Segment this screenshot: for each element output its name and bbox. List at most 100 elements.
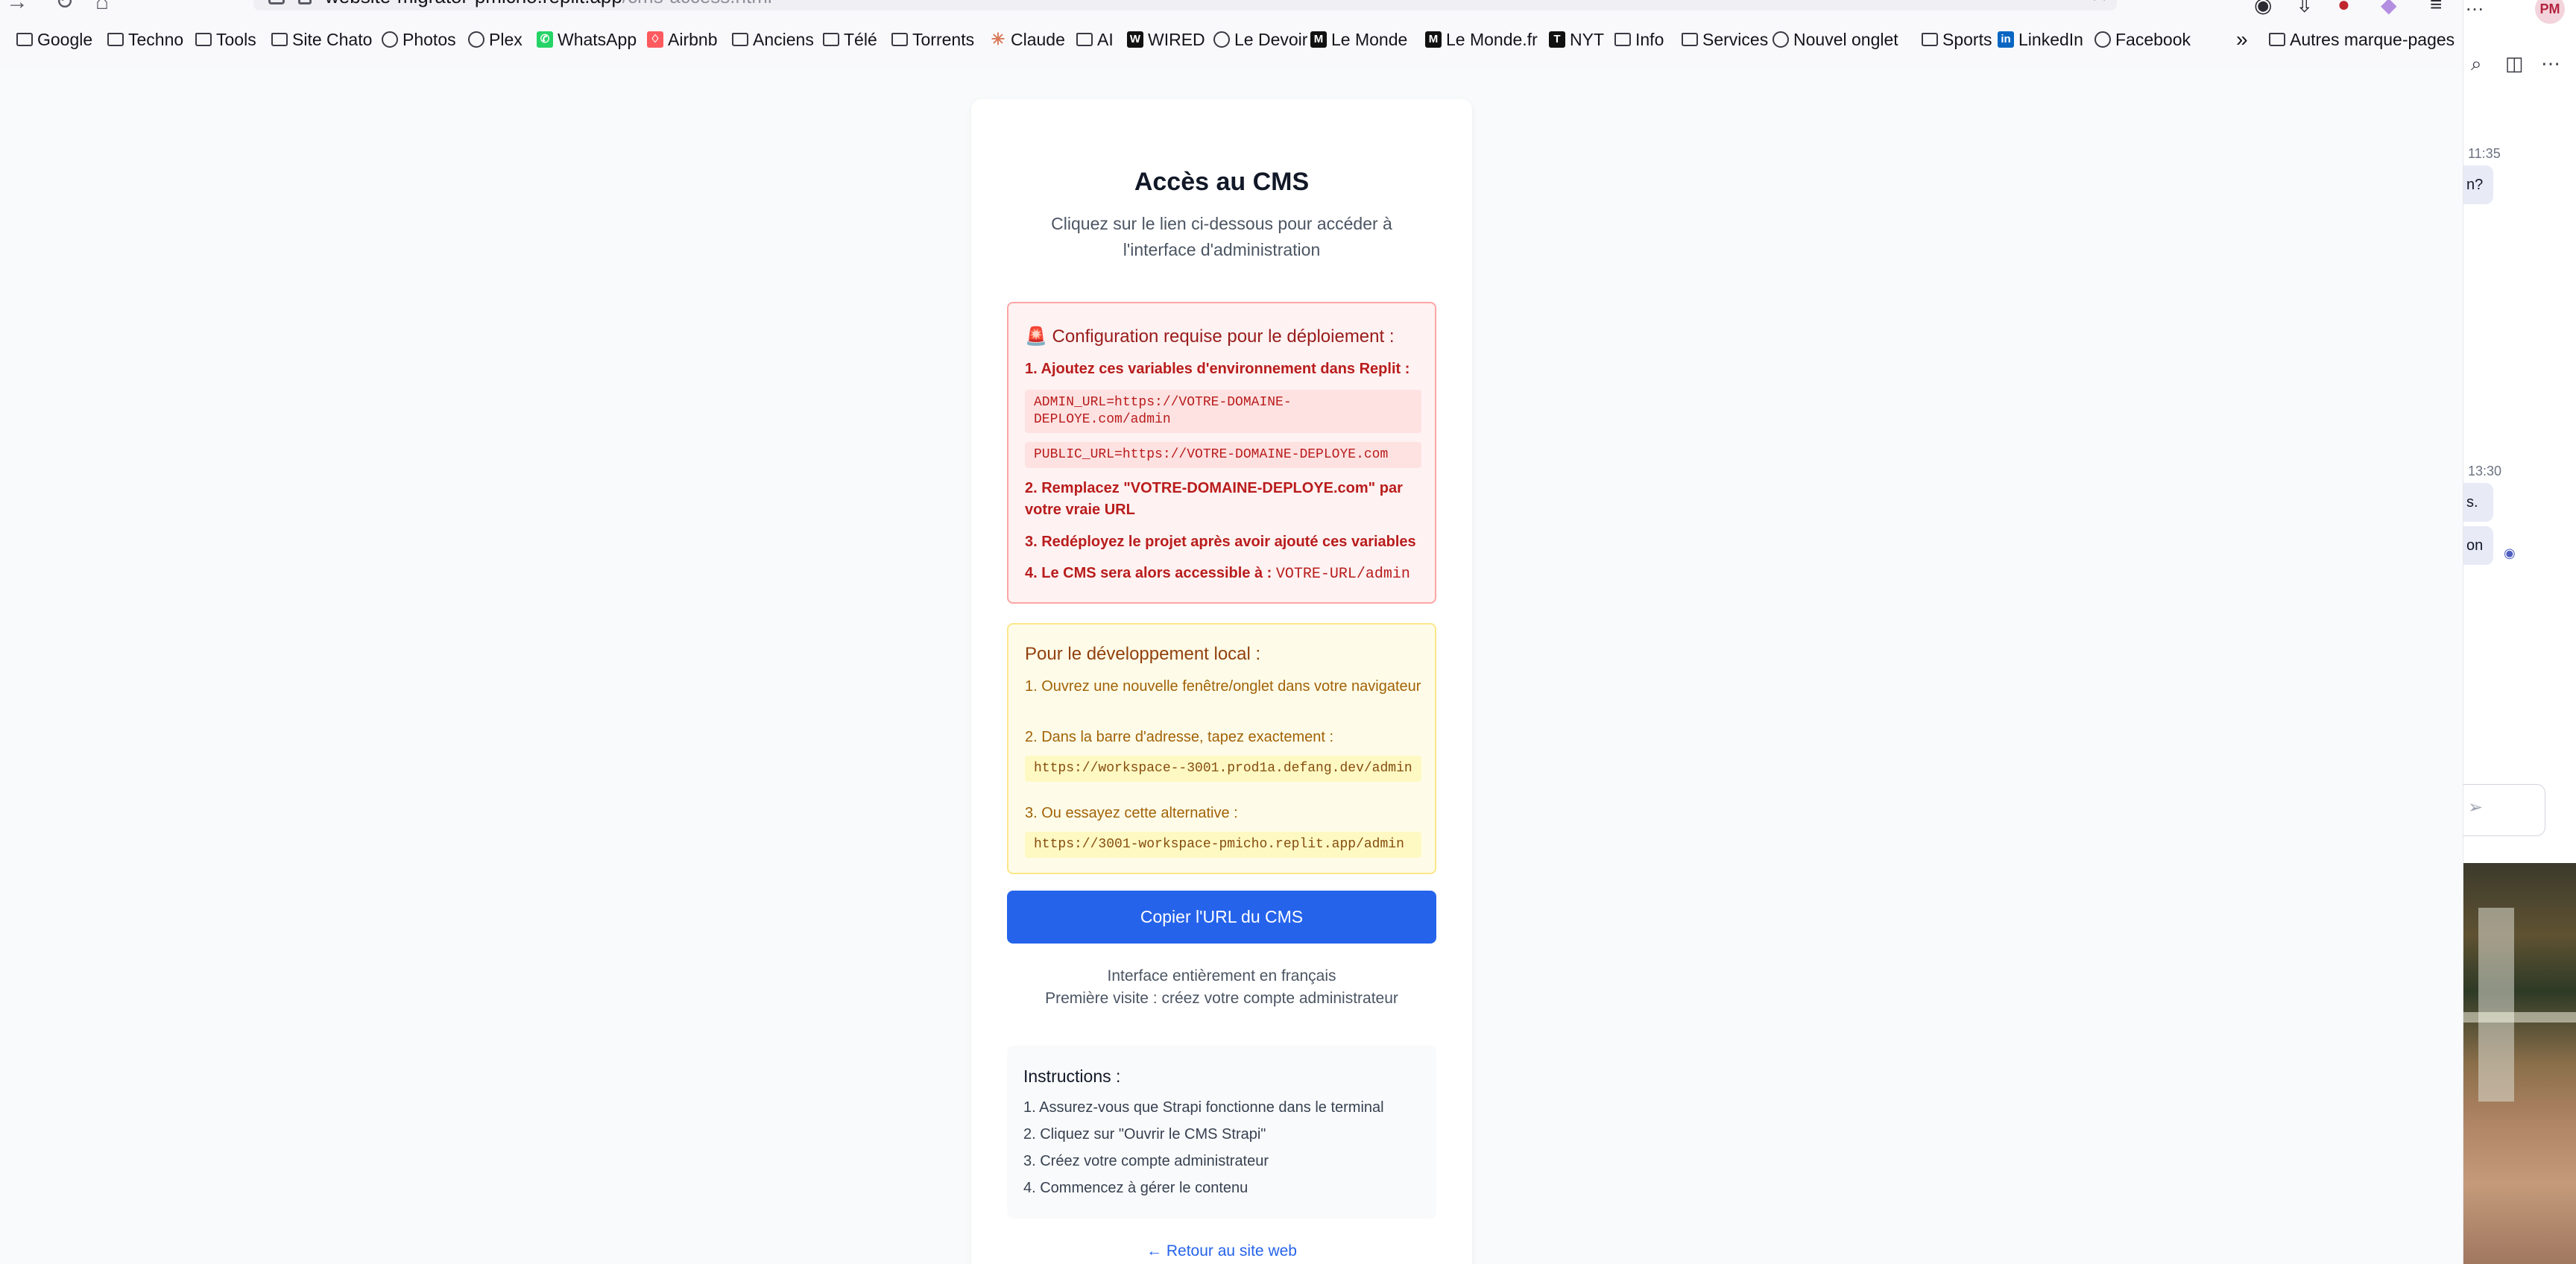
bookmark-wired[interactable]: W WIRED xyxy=(1127,27,1205,52)
deployment-step-3: 3. Redéployez le projet après avoir ajou… xyxy=(1025,534,1416,550)
app-menu-icon[interactable]: ≡ xyxy=(2430,0,2442,16)
url-text: website-migrator-pmicho.replit.app/cms-a… xyxy=(325,0,772,8)
alternative-url-code[interactable]: https://3001-workspace-pmicho.replit.app… xyxy=(1025,832,1421,858)
bookmark-t-l-[interactable]: Télé xyxy=(823,27,877,52)
folder-icon xyxy=(891,33,908,46)
bookmark-label: Info xyxy=(1635,29,1664,49)
more-icon[interactable]: … xyxy=(2465,0,2484,16)
folder-icon xyxy=(2269,33,2285,46)
bookmark-nyt[interactable]: T NYT xyxy=(1549,27,1604,52)
chat-message: n? xyxy=(2463,165,2493,204)
bookmark-le-devoir[interactable]: Le Devoir xyxy=(1213,27,1307,52)
bookmark-label: Services xyxy=(1702,29,1769,49)
instructions-heading: Instructions : xyxy=(1023,1066,1121,1086)
chat-message: on xyxy=(2463,526,2493,565)
bookmark-label: WhatsApp xyxy=(558,29,637,49)
forward-icon[interactable]: → xyxy=(6,0,28,13)
chat-message: s. xyxy=(2463,483,2493,522)
ublock-icon[interactable]: ● xyxy=(2337,0,2350,16)
instruction-item: 2. Cliquez sur "Ouvrir le CMS Strapi" xyxy=(1023,1126,1266,1143)
cms-access-card: Accès au CMS Cliquez sur le lien ci-dess… xyxy=(971,99,1472,1264)
navigation-toolbar: → ↻ ⌂ website-migrator-pmicho.replit.app… xyxy=(0,0,2463,16)
bookmark-google[interactable]: Google xyxy=(16,27,92,52)
bookmark-photos[interactable]: Photos xyxy=(382,27,456,52)
french-interface-note: Interface entièrement en français xyxy=(1107,967,1336,985)
nyt-icon: T xyxy=(1549,31,1565,48)
bookmarks-overflow-chevron-icon[interactable]: » xyxy=(2236,27,2248,52)
folder-icon xyxy=(732,33,748,46)
public-url-code[interactable]: PUBLIC_URL=https://VOTRE-DOMAINE-DEPLOYE… xyxy=(1025,442,1421,468)
folder-icon xyxy=(271,33,288,46)
local-dev-heading: Pour le développement local : xyxy=(1025,644,1261,664)
admin-url-code[interactable]: ADMIN_URL=https://VOTRE-DOMAINE-DEPLOYE.… xyxy=(1025,390,1421,433)
site-info-icon[interactable] xyxy=(298,0,312,4)
workspace-url-code[interactable]: https://workspace--3001.prod1a.defang.de… xyxy=(1025,756,1421,782)
bookmark-label: Le Devoir xyxy=(1234,29,1308,49)
bookmark-le-monde-fr[interactable]: M Le Monde.fr xyxy=(1425,27,1538,52)
lemonde-icon: M xyxy=(1310,31,1327,48)
bookmark-star-icon[interactable]: ☆ xyxy=(2089,0,2109,7)
bookmark-anciens[interactable]: Anciens xyxy=(732,27,814,52)
globe-icon xyxy=(2094,31,2111,48)
deployment-heading: 🚨 Configuration requise pour le déploiem… xyxy=(1025,326,1395,347)
bookmark-site-chato[interactable]: Site Chato xyxy=(271,27,372,52)
bookmark-le-monde[interactable]: M Le Monde xyxy=(1310,27,1407,52)
sidebar-toggle-icon[interactable]: ◫ xyxy=(2505,52,2524,75)
bookmark-sports[interactable]: Sports xyxy=(1922,27,1992,52)
bookmark-label: Torrents xyxy=(912,29,975,49)
page-viewport: Accès au CMS Cliquez sur le lien ci-dess… xyxy=(0,66,2463,1264)
other-bookmarks-folder[interactable]: Autres marque-pages xyxy=(2269,27,2455,52)
back-to-site-link[interactable]: ← Retour au site web xyxy=(971,1242,1472,1260)
message-input[interactable]: ➢ xyxy=(2463,784,2545,836)
bookmark-linkedin[interactable]: in LinkedIn xyxy=(1998,27,2083,52)
search-icon[interactable]: ⌕ xyxy=(2471,52,2482,76)
bookmark-ai[interactable]: AI xyxy=(1076,27,1114,52)
avatar[interactable]: PM xyxy=(2535,0,2565,24)
folder-icon xyxy=(16,33,33,46)
bookmark-label: Anciens xyxy=(753,29,814,49)
bookmark-label: Nouvel onglet xyxy=(1793,29,1898,49)
bookmark-whatsapp[interactable]: ✆ WhatsApp xyxy=(537,27,637,52)
folder-icon xyxy=(1076,33,1093,46)
other-bookmarks-label: Autres marque-pages xyxy=(2290,29,2455,49)
lemonde-icon: M xyxy=(1425,31,1442,48)
bookmark-label: Claude xyxy=(1011,29,1065,49)
bookmark-techno[interactable]: Techno xyxy=(107,27,183,52)
bookmark-torrents[interactable]: Torrents xyxy=(891,27,974,52)
globe-icon xyxy=(382,31,398,48)
bookmark-airbnb[interactable]: ♢ Airbnb xyxy=(647,27,717,52)
send-icon[interactable]: ➢ xyxy=(2468,797,2483,818)
message-timestamp: 13:30 xyxy=(2468,464,2502,478)
globe-icon xyxy=(1213,31,1230,48)
bookmark-label: Plex xyxy=(489,29,523,49)
bookmark-facebook[interactable]: Facebook xyxy=(2094,27,2191,52)
bookmark-plex[interactable]: Plex xyxy=(468,27,523,52)
whatsapp-icon: ✆ xyxy=(537,31,553,48)
local-step-2: 2. Dans la barre d'adresse, tapez exacte… xyxy=(1025,729,1334,745)
instruction-item: 3. Créez votre compte administrateur xyxy=(1023,1153,1269,1169)
linkedin-icon: in xyxy=(1998,31,2014,48)
downloads-icon[interactable]: ⇩ xyxy=(2296,0,2313,17)
folder-icon xyxy=(1922,33,1938,46)
bookmark-tools[interactable]: Tools xyxy=(195,27,256,52)
bookmark-label: Photos xyxy=(402,29,456,49)
bookmark-nouvel-onglet[interactable]: Nouvel onglet xyxy=(1772,27,1898,52)
address-bar[interactable]: website-migrator-pmicho.replit.app/cms-a… xyxy=(253,0,2117,10)
extension-icon[interactable]: ◉ xyxy=(2254,0,2272,17)
bookmark-services[interactable]: Services xyxy=(1682,27,1768,52)
local-step-3: 3. Ou essayez cette alternative : xyxy=(1025,805,1238,821)
message-timestamp: 11:35 xyxy=(2468,146,2501,161)
tracking-protection-icon[interactable] xyxy=(268,0,285,4)
bookmark-label: Airbnb xyxy=(668,29,718,49)
extension-gem-icon[interactable]: ◆ xyxy=(2381,0,2397,17)
home-icon[interactable]: ⌂ xyxy=(95,0,109,13)
reload-icon[interactable]: ↻ xyxy=(55,0,74,13)
more-options-icon[interactable]: ⋯ xyxy=(2541,52,2560,75)
admin-path-code: VOTRE-URL/admin xyxy=(1275,566,1410,583)
copy-cms-url-button[interactable]: Copier l'URL du CMS xyxy=(1007,891,1436,944)
bookmark-info[interactable]: Info xyxy=(1614,27,1664,52)
local-dev-box: Pour le développement local : 1. Ouvrez … xyxy=(1007,623,1436,874)
bookmark-claude[interactable]: ✳ Claude xyxy=(990,27,1065,52)
bookmark-label: Tools xyxy=(216,29,256,49)
local-step-1: 1. Ouvrez une nouvelle fenêtre/onglet da… xyxy=(1025,678,1421,695)
